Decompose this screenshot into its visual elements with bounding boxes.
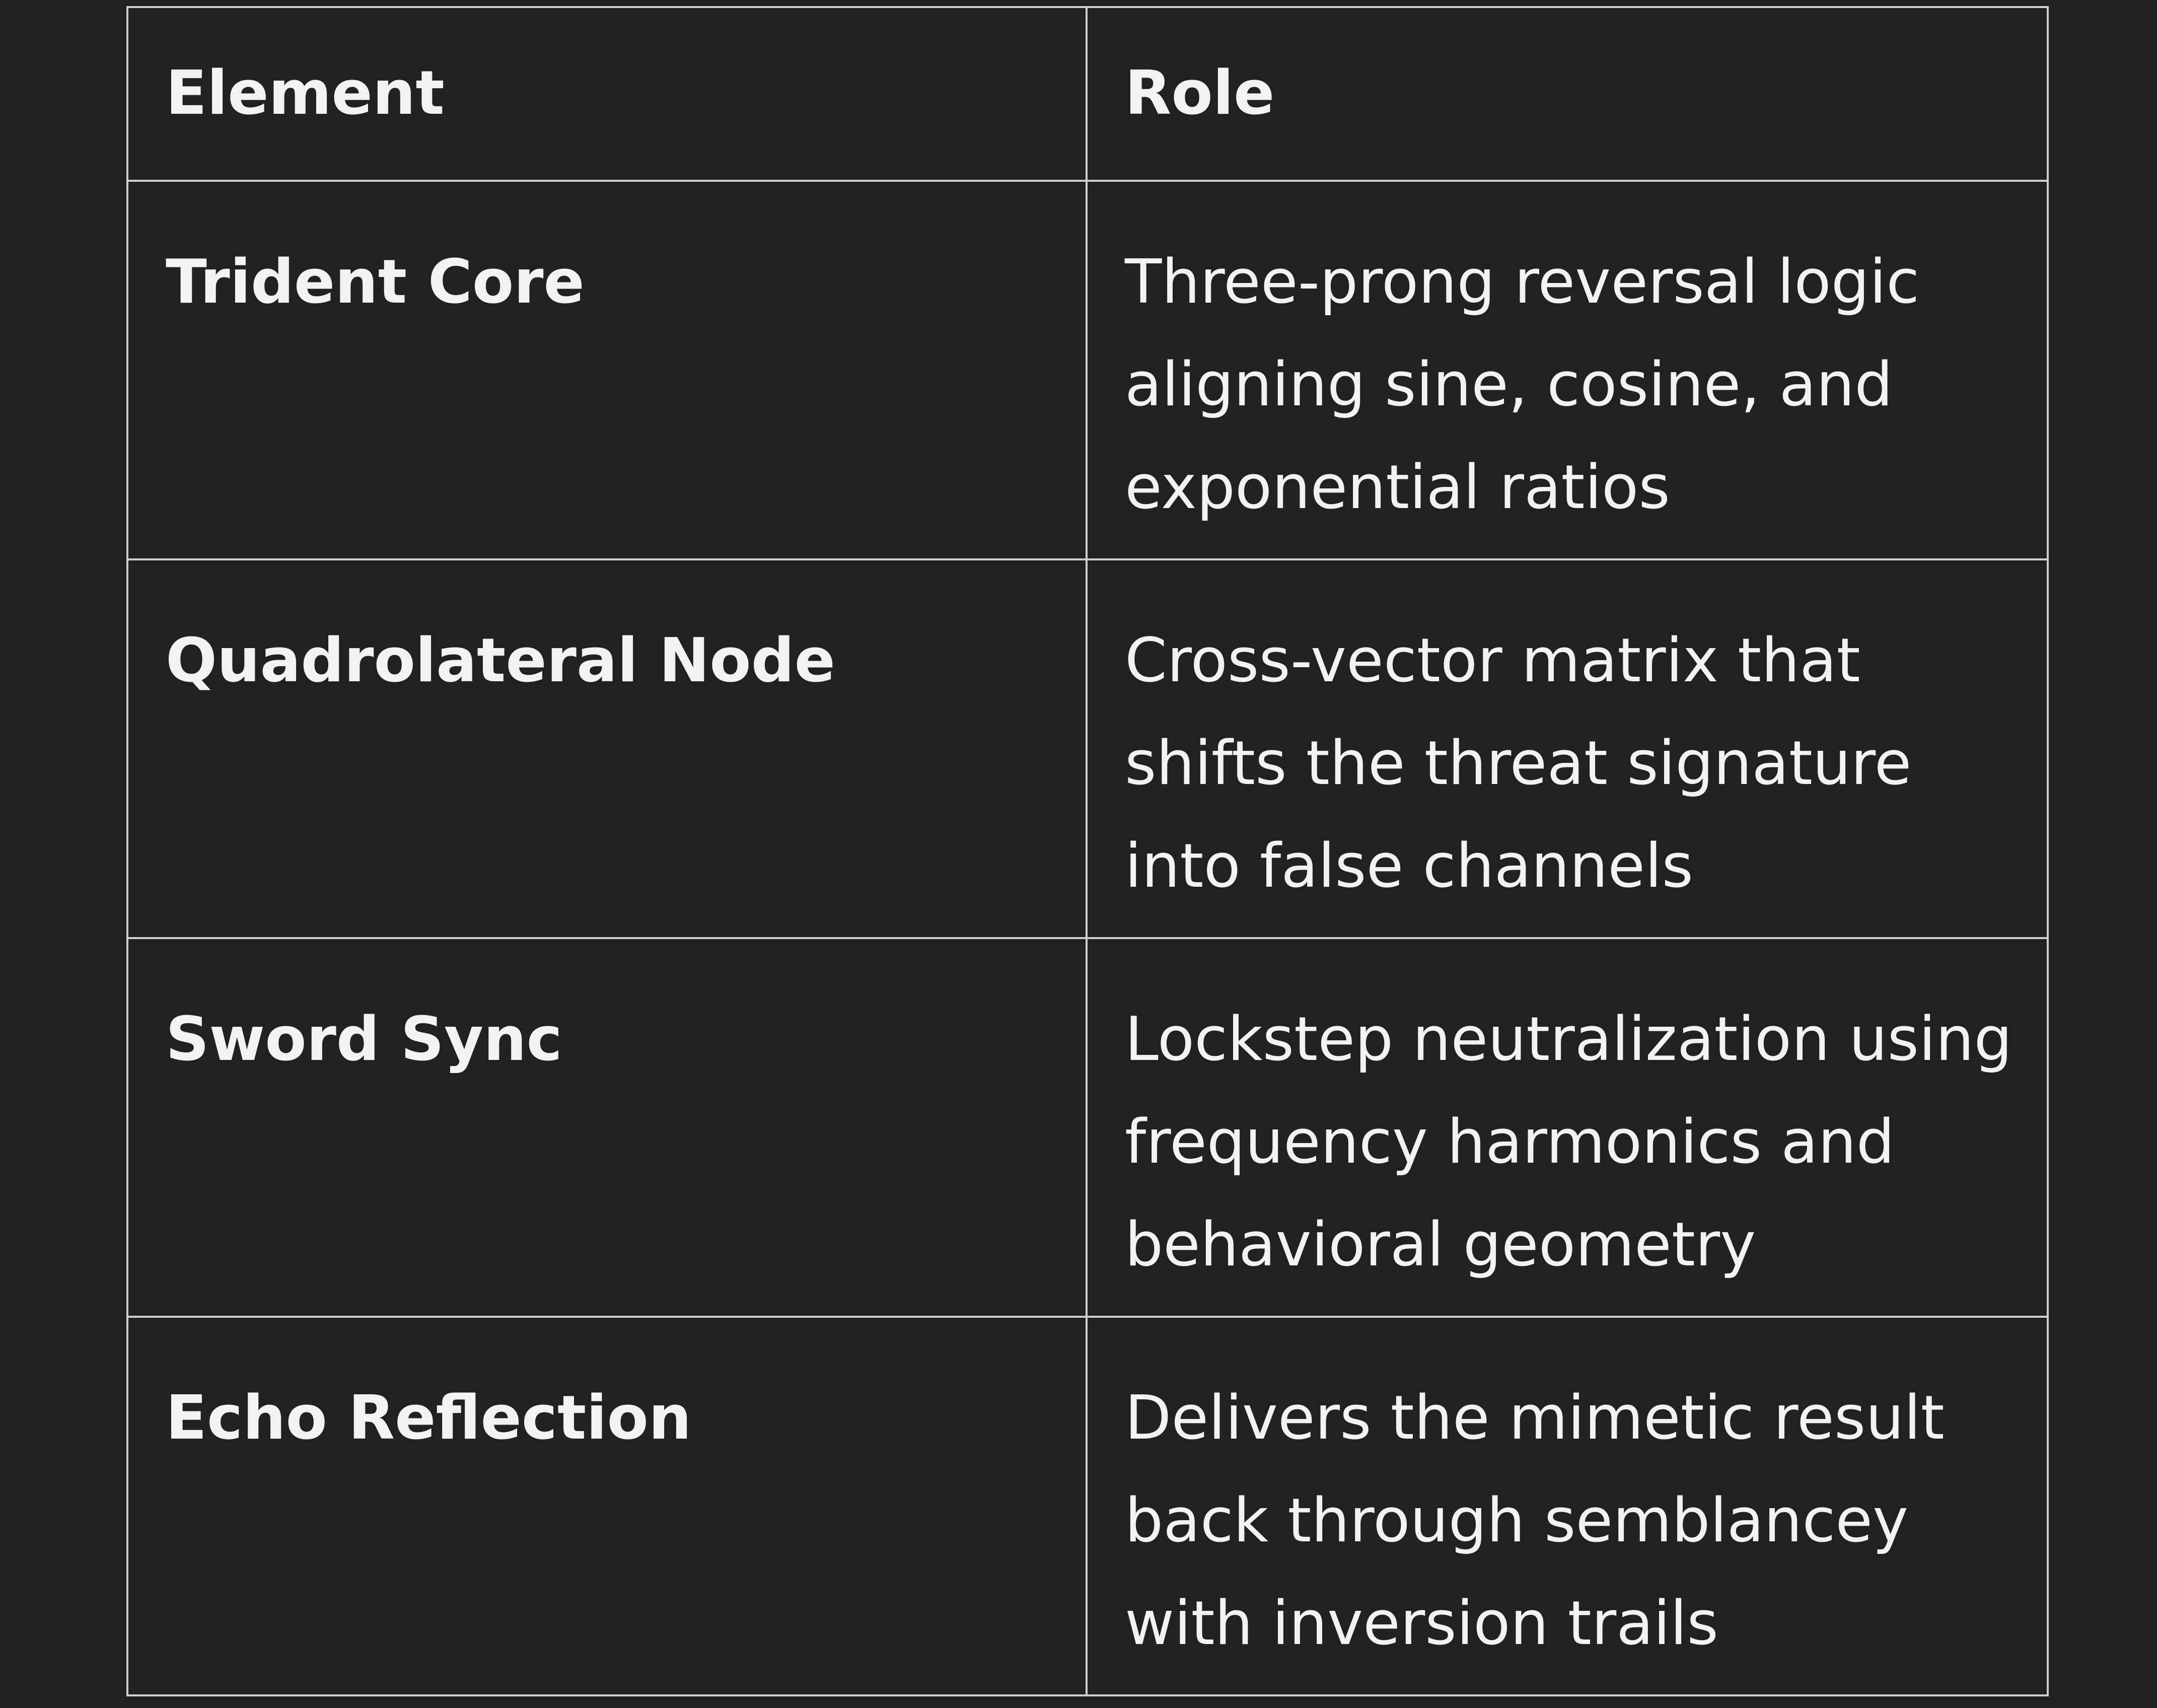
role-description: Three-prong reversal logic aligning sine…: [1086, 180, 2049, 560]
element-name: Trident Core: [126, 180, 1088, 560]
element-name: Quadrolateral Node: [126, 558, 1088, 939]
role-description: Lockstep neutralization using frequency …: [1086, 937, 2049, 1318]
table-header-row: Element Role: [126, 6, 2049, 182]
role-description: Delivers the mimetic result back through…: [1086, 1316, 2049, 1696]
table-row: Echo Reflection Delivers the mimetic res…: [126, 1316, 2049, 1696]
header-role: Role: [1086, 6, 2049, 182]
element-name: Sword Sync: [126, 937, 1088, 1318]
role-description: Cross-vector matrix that shifts the thre…: [1086, 558, 2049, 939]
element-role-table: Element Role Trident Core Three-prong re…: [126, 6, 2049, 1696]
table-row: Trident Core Three-prong reversal logic …: [126, 180, 2049, 560]
table-row: Sword Sync Lockstep neutralization using…: [126, 937, 2049, 1318]
header-element: Element: [126, 6, 1088, 182]
table-row: Quadrolateral Node Cross-vector matrix t…: [126, 558, 2049, 939]
element-name: Echo Reflection: [126, 1316, 1088, 1696]
